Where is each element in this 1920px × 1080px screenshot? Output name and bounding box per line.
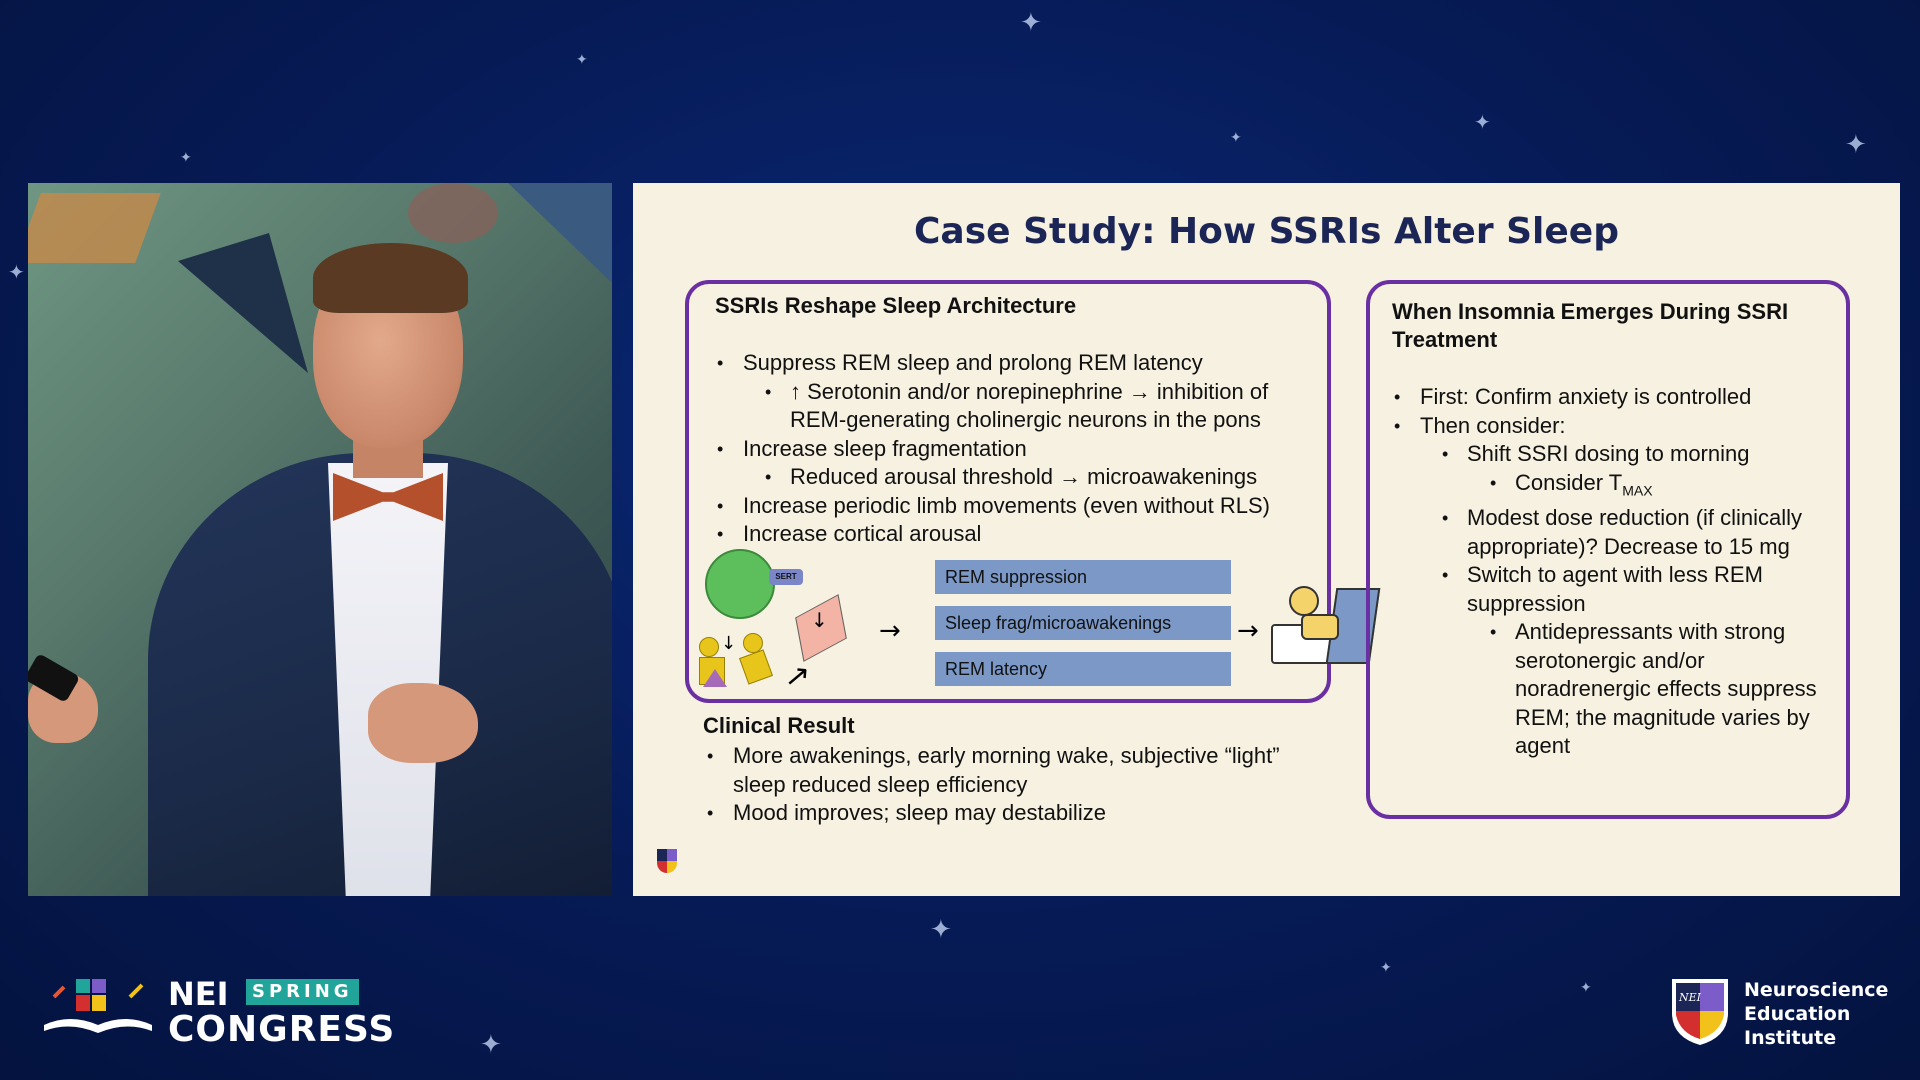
clinical-result-heading: Clinical Result xyxy=(703,713,855,738)
effect-bar: REM latency xyxy=(935,652,1231,686)
institute-name: Neuroscience Education Institute xyxy=(1744,979,1889,1049)
logo-mark: NEI xyxy=(1678,991,1702,1004)
speaker-shirt xyxy=(328,463,448,896)
slide-title: Case Study: How SSRIs Alter Sleep xyxy=(914,211,1619,252)
arrow-right-icon: → xyxy=(879,616,901,646)
star-icon: ✦ xyxy=(576,52,588,68)
stage-backdrop-shape xyxy=(508,183,612,283)
arrow-up-right-icon: → xyxy=(776,655,819,698)
list-item: Switch to agent with less REM suppressio… xyxy=(1390,561,1840,618)
list-item: Mood improves; sleep may destabilize xyxy=(703,799,1303,828)
list-item: Consider TMAX xyxy=(1390,469,1840,505)
stage-backdrop-shape xyxy=(178,233,308,373)
clinical-result-list: More awakenings, early morning wake, sub… xyxy=(703,742,1303,828)
star-icon: ✦ xyxy=(480,1030,502,1060)
nei-institute-logo: NEI xyxy=(1668,975,1732,1052)
arrow-down-icon: ↓ xyxy=(811,608,828,632)
event-name: CONGRESS xyxy=(168,1009,396,1050)
arrow-right-icon: → xyxy=(1237,616,1259,646)
star-icon: ✦ xyxy=(930,915,952,945)
list-item: Shift SSRI dosing to morning xyxy=(1390,440,1840,469)
stage-backdrop-shape xyxy=(28,193,161,263)
bullet-list: First: Confirm anxiety is controlled The… xyxy=(1390,383,1840,761)
star-icon: ✦ xyxy=(1020,8,1042,38)
speaker-hair xyxy=(313,243,468,313)
effect-bar: Sleep frag/microawakenings xyxy=(935,606,1231,640)
sleeping-person-icon xyxy=(1271,580,1381,668)
sert-label: SERT xyxy=(769,569,803,585)
list-item: Antidepressants with strong serotonergic… xyxy=(1390,618,1840,761)
open-book-icon xyxy=(44,979,152,1033)
star-icon: ✦ xyxy=(1845,130,1867,160)
stage-backdrop-shape xyxy=(408,183,498,243)
speaker-hand xyxy=(368,683,478,763)
ssri-mechanism-diagram: SERT ↓ → ↓ → REM suppression Sleep frag/… xyxy=(689,284,1381,699)
event-season-badge: SPRING xyxy=(246,979,359,1005)
sleep-architecture-box: SSRIs Reshape Sleep Architecture Suppres… xyxy=(685,280,1381,703)
tmax-subscript: MAX xyxy=(1622,481,1653,498)
star-icon: ✦ xyxy=(8,260,25,284)
event-abbr: NEI xyxy=(168,975,229,1013)
star-icon: ✦ xyxy=(180,150,192,166)
star-icon: ✦ xyxy=(1474,110,1491,134)
neuron-circle-icon xyxy=(705,549,775,619)
shield-logo-icon xyxy=(657,849,677,875)
effect-bar: REM suppression xyxy=(935,560,1231,594)
presentation-slide: Case Study: How SSRIs Alter Sleep SSRIs … xyxy=(633,183,1900,896)
box-heading: When Insomnia Emerges During SSRI Treatm… xyxy=(1392,299,1789,352)
list-item: Then consider: xyxy=(1390,412,1840,441)
star-icon: ✦ xyxy=(1580,980,1592,996)
receptor-cluster-icon: ↓ xyxy=(699,629,779,687)
tmax-label: Consider T xyxy=(1515,469,1623,495)
insomnia-management-box: When Insomnia Emerges During SSRI Treatm… xyxy=(1366,280,1850,819)
list-item: First: Confirm anxiety is controlled xyxy=(1390,383,1840,412)
star-icon: ✦ xyxy=(1380,960,1392,976)
speaker-video xyxy=(28,183,612,896)
shield-logo-icon: NEI xyxy=(1672,979,1728,1045)
star-icon: ✦ xyxy=(1230,130,1242,146)
list-item: Modest dose reduction (if clinically app… xyxy=(1390,504,1840,561)
nei-congress-logo xyxy=(40,975,160,1044)
list-item: More awakenings, early morning wake, sub… xyxy=(703,742,1303,799)
